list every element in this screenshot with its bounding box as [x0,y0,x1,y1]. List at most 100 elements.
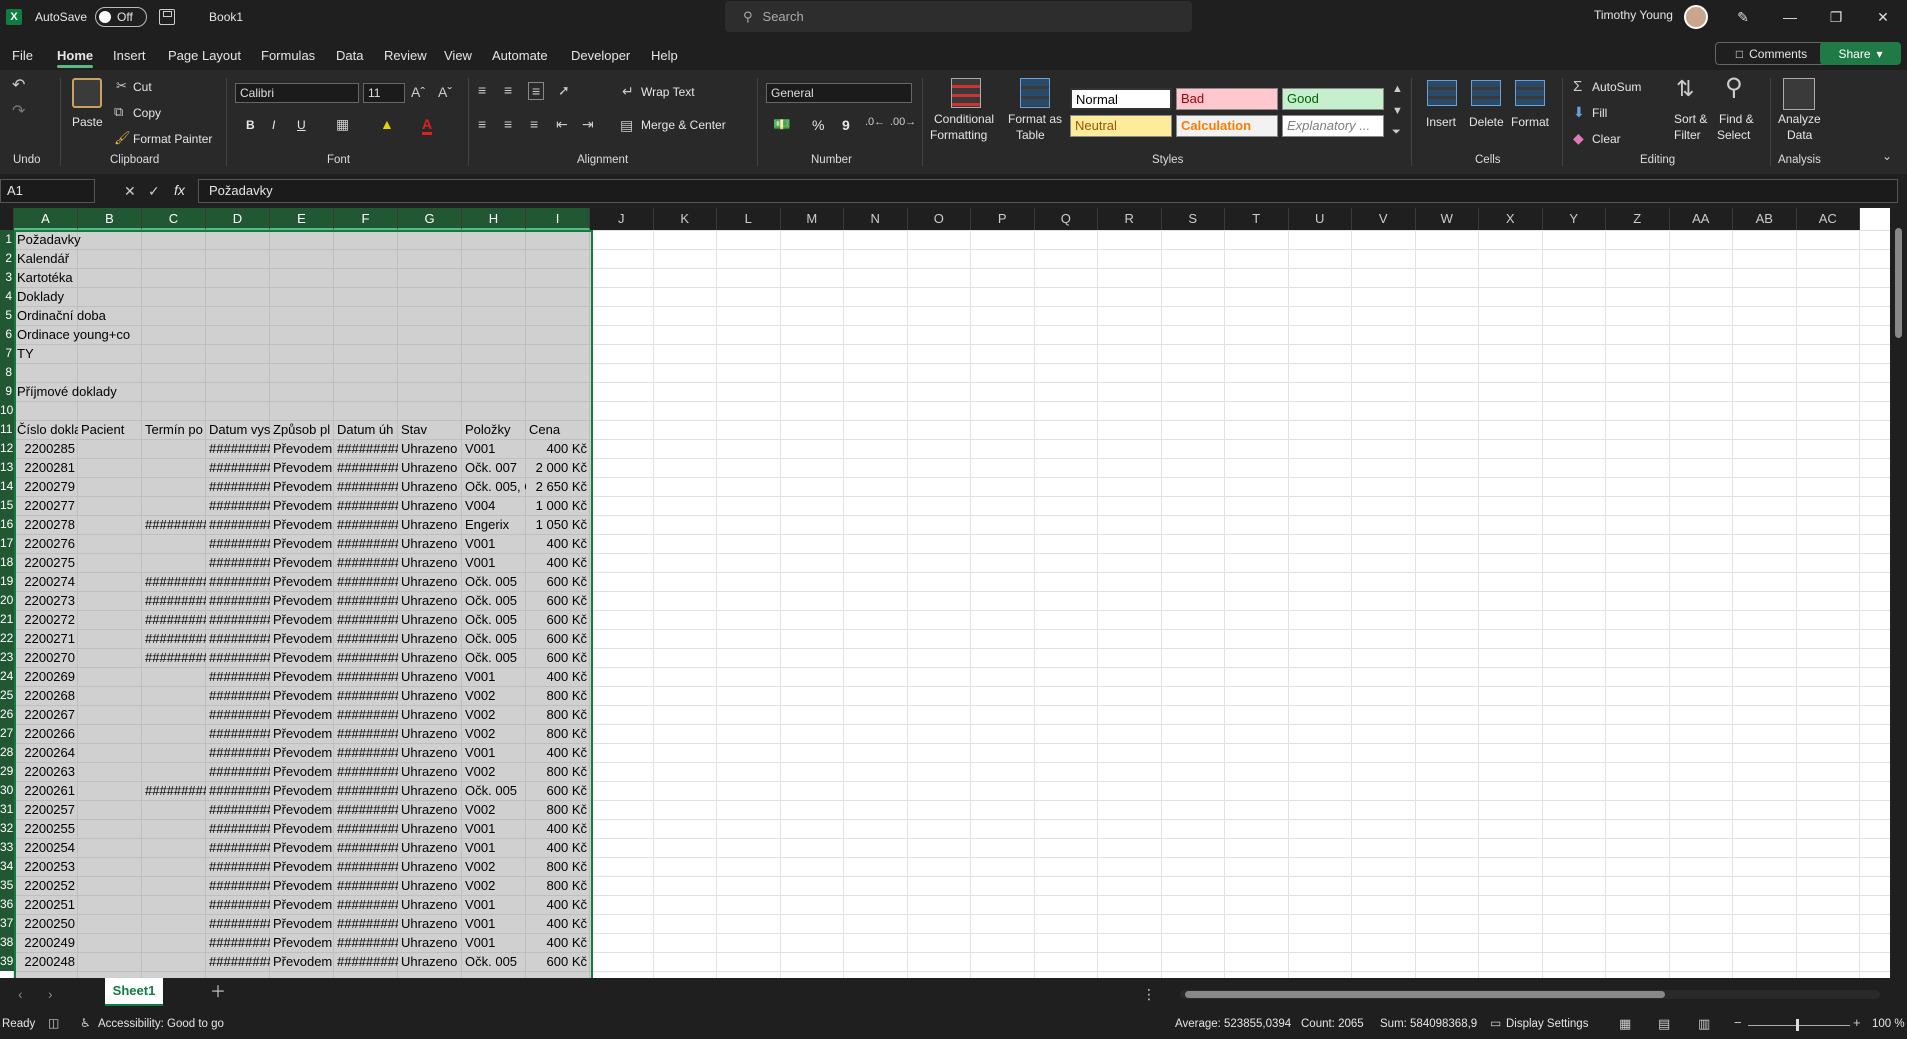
cell-price[interactable]: 1 050 Kč [526,515,590,534]
page-break-view-icon[interactable]: ▥ [1698,1017,1710,1030]
cell-issue-date[interactable]: ######### [206,838,270,857]
cell-issue-date[interactable]: ######### [206,667,270,686]
spreadsheet-grid[interactable]: A B C D E F G H I J K L M N O P Q R S T U V W X Y Z AA AB AC 1 Požadav… [0,208,1890,978]
cell-payment-method[interactable]: Převodem [270,933,334,952]
cell-issue-date[interactable]: ######### [206,933,270,952]
cell-status[interactable]: Uhrazeno [398,572,462,591]
cell-price[interactable]: 400 Kč [526,743,590,762]
style-neutral[interactable]: Neutral [1070,115,1172,137]
cell-status[interactable]: Uhrazeno [398,648,462,667]
cell-paid-date[interactable]: ######### [334,705,398,724]
analyze-data-line2[interactable]: Data [1787,128,1812,142]
cell-items[interactable]: Očk. 005 [462,629,526,648]
cell-term[interactable]: ######### [142,610,206,629]
cell-price[interactable]: 400 Kč [526,667,590,686]
cell-issue-date[interactable]: ######### [206,477,270,496]
cell-issue-date[interactable]: ######### [206,648,270,667]
cell-status[interactable]: Uhrazeno [398,496,462,515]
cell-price[interactable]: 600 Kč [526,572,590,591]
cell-doc-number[interactable]: 2200264 [14,743,78,762]
cell-doc-number[interactable]: 2200263 [14,762,78,781]
column-header-b[interactable]: B [78,208,142,230]
cell-payment-method[interactable]: Převodem [270,629,334,648]
cell-status[interactable]: Uhrazeno [398,515,462,534]
cell-doc-number[interactable]: 2200252 [14,876,78,895]
cell-items[interactable]: V001 [462,439,526,458]
cell-status[interactable]: Uhrazeno [398,857,462,876]
conditional-formatting-line1[interactable]: Conditional [934,112,994,126]
column-header-v[interactable]: V [1352,208,1416,230]
enter-icon[interactable]: ✓ [148,184,160,198]
tab-developer[interactable]: Developer [571,48,630,63]
conditional-formatting-line2[interactable]: Formatting [930,128,987,142]
cell-issue-date[interactable]: ######### [206,629,270,648]
cell-doc-number[interactable]: 2200270 [14,648,78,667]
cell-term[interactable] [142,534,206,553]
user-name[interactable]: Timothy Young [1594,8,1673,22]
row-header[interactable]: 2 [0,249,14,268]
cell-status[interactable]: Uhrazeno [398,895,462,914]
align-top-icon[interactable]: ≡ [478,83,486,97]
cell-issue-date[interactable]: ######### [206,705,270,724]
cell-doc-number[interactable]: 2200267 [14,705,78,724]
cell-doc-number[interactable]: 2200272 [14,610,78,629]
cell-doc-number[interactable]: 2200268 [14,686,78,705]
cell-paid-date[interactable]: ######### [334,895,398,914]
cell-term[interactable] [142,838,206,857]
restore-icon[interactable]: ❐ [1813,0,1859,34]
cell-price[interactable]: 400 Kč [526,838,590,857]
row-header[interactable]: 25 [0,686,14,705]
row-header[interactable]: 27 [0,724,14,743]
cell-issue-date[interactable]: ######### [206,895,270,914]
row-header[interactable]: 30 [0,781,14,800]
cell-price[interactable]: 800 Kč [526,857,590,876]
cell-payment-method[interactable]: Převodem [270,591,334,610]
tab-help[interactable]: Help [651,48,678,63]
cell-doc-number[interactable]: 2200281 [14,458,78,477]
row-header[interactable]: 31 [0,800,14,819]
align-middle-icon[interactable]: ≡ [504,83,512,97]
font-name-dropdown[interactable]: Calibri [235,83,359,103]
sum-status[interactable]: Sum: 584098368,9 [1380,1018,1477,1030]
cell-issue-date[interactable]: ######### [206,724,270,743]
sort-filter-line2[interactable]: Filter [1674,128,1701,142]
cell-term[interactable] [142,439,206,458]
cell-items[interactable]: V002 [462,686,526,705]
format-button[interactable]: Format [1511,115,1549,129]
cell-paid-date[interactable]: ######### [334,952,398,971]
cell-issue-date[interactable]: ######### [206,534,270,553]
style-explanatory[interactable]: Explanatory ... [1282,115,1384,137]
cell-items[interactable]: V002 [462,857,526,876]
cell-doc-number[interactable]: 2200275 [14,553,78,572]
cell-price[interactable]: 400 Kč [526,534,590,553]
cell-issue-date[interactable]: ######### [206,591,270,610]
cell-payment-method[interactable]: Převodem [270,610,334,629]
cell-paid-date[interactable]: ######### [334,724,398,743]
cell-a[interactable]: TY [14,344,214,363]
cell-items[interactable]: V001 [462,819,526,838]
cell-paid-date[interactable]: ######### [334,496,398,515]
cell-price[interactable]: 600 Kč [526,629,590,648]
copy-button[interactable]: Copy [133,106,161,120]
avatar[interactable] [1684,5,1708,29]
cell-term[interactable]: ######### [142,572,206,591]
cell-items[interactable]: Očk. 005 [462,610,526,629]
row-header[interactable]: 32 [0,819,14,838]
cell-items[interactable]: V001 [462,838,526,857]
sort-filter-line1[interactable]: Sort & [1674,112,1707,126]
undo-icon[interactable]: ↶ [12,78,25,94]
accessibility-status[interactable]: Accessibility: Good to go [98,1018,224,1030]
column-header-x[interactable]: X [1479,208,1543,230]
cell-status[interactable]: Uhrazeno [398,838,462,857]
column-header-i[interactable]: I [526,208,590,230]
cell-term[interactable]: ######### [142,648,206,667]
cell-doc-number[interactable]: 2200253 [14,857,78,876]
cell-paid-date[interactable]: ######### [334,439,398,458]
cell-payment-method[interactable]: Převodem [270,838,334,857]
column-header-n[interactable]: N [844,208,908,230]
style-normal[interactable]: Normal [1070,88,1172,110]
count-status[interactable]: Count: 2065 [1301,1018,1364,1030]
row-header[interactable]: 9 [0,382,14,401]
column-header-e[interactable]: E [270,208,334,230]
cell-items[interactable]: V001 [462,667,526,686]
